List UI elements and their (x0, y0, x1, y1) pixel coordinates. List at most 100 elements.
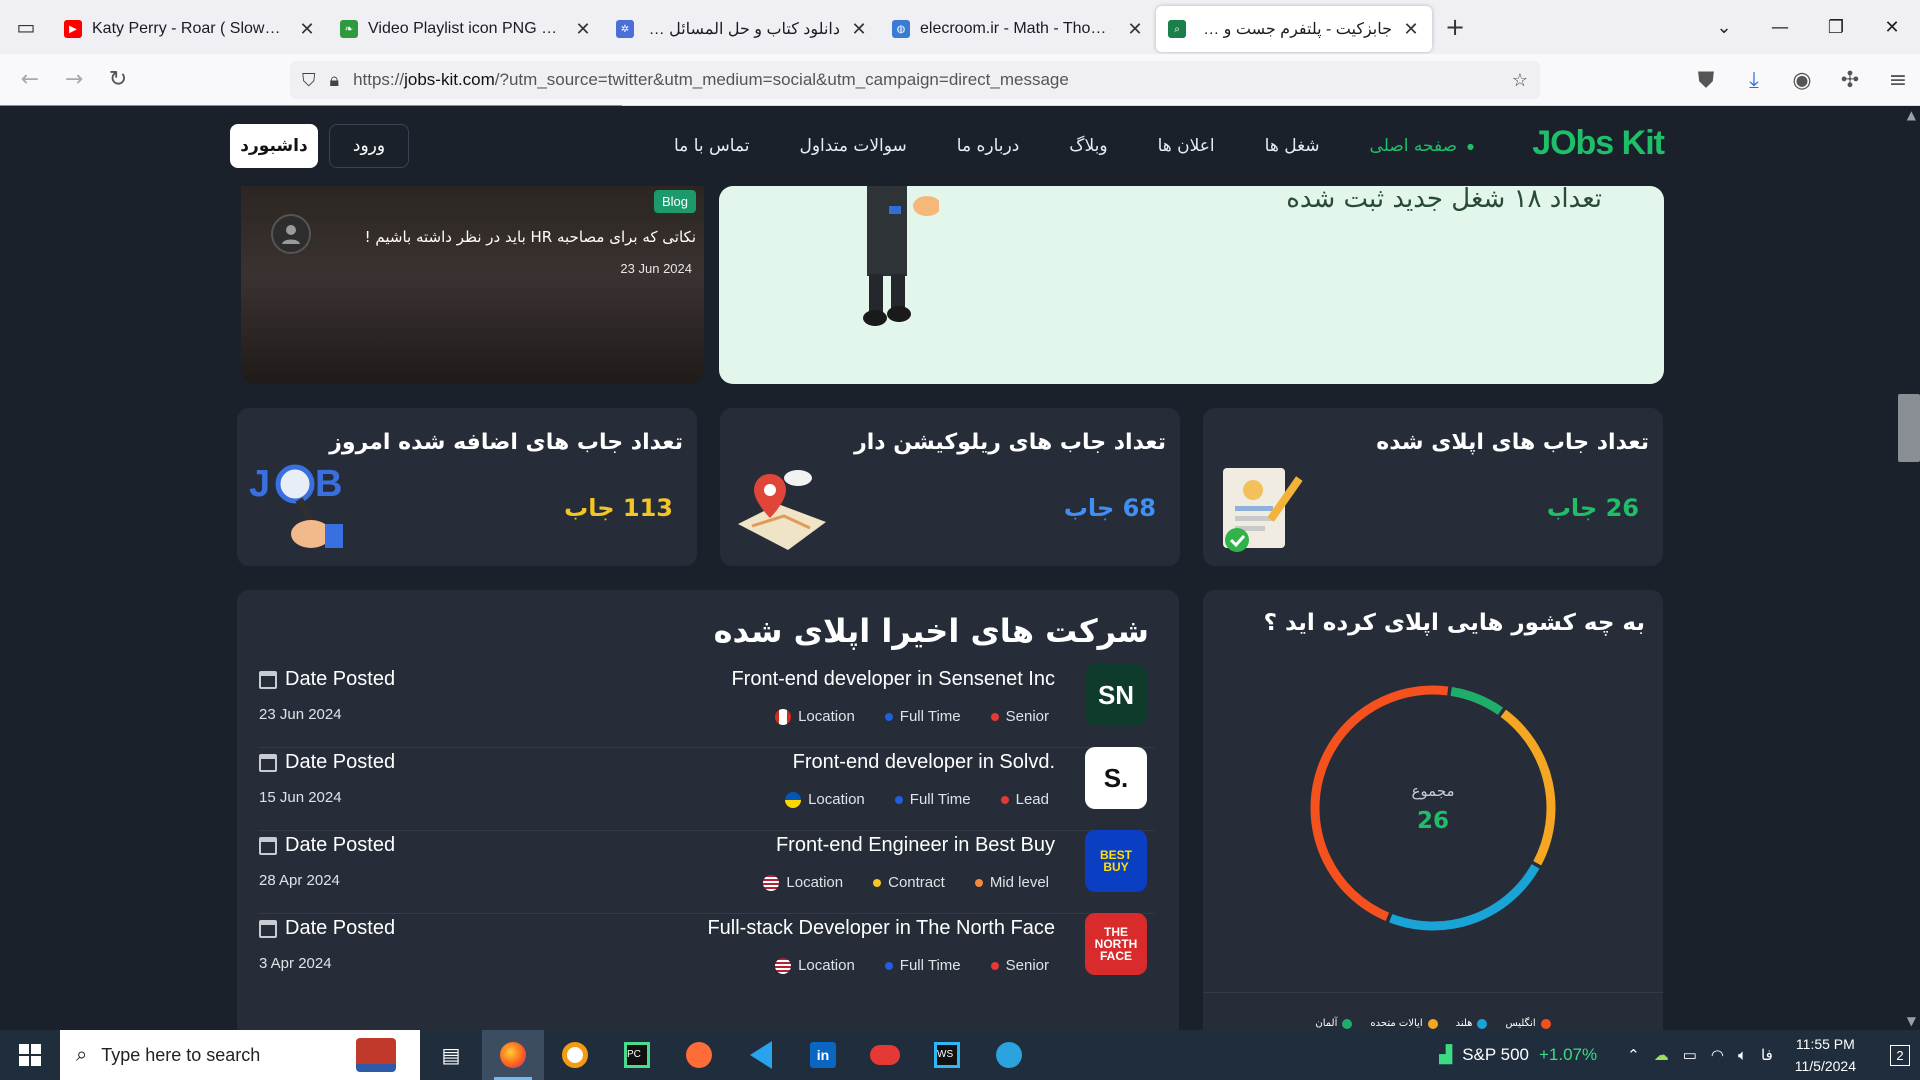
browser-tab[interactable]: ◍ elecroom.ir - Math - Thomas - I ✕ (880, 6, 1156, 52)
tab-overflow-icon[interactable]: ⌄ (1696, 0, 1752, 54)
close-tab-icon[interactable]: ✕ (850, 19, 868, 40)
calendar-icon (259, 753, 277, 772)
minimize-button[interactable]: — (1752, 0, 1808, 54)
tab-list-icon[interactable]: ▭ (0, 0, 52, 54)
back-button[interactable]: ← (8, 60, 52, 100)
job-row[interactable]: Date Posted 3 Apr 2024 Full-stack Develope… (259, 905, 1155, 997)
job-meta: Senior Full Time Location (775, 708, 1049, 725)
shield-icon[interactable]: ⛉ (302, 70, 316, 91)
webstorm-icon[interactable]: WS (916, 1030, 978, 1080)
forward-button[interactable]: → (52, 60, 96, 100)
stat-title: تعداد جاب های اضافه شده امروز (329, 430, 683, 455)
lock-icon[interactable]: 🔒︎ (330, 70, 340, 91)
level-dot (1000, 795, 1009, 804)
job-type: Full Time (894, 791, 971, 808)
site-logo[interactable]: JObs Kit (1532, 124, 1665, 163)
notification-center-icon[interactable]: 2 (1880, 1030, 1920, 1080)
scroll-up-icon[interactable]: ▲ (1907, 108, 1916, 122)
level-dot (990, 961, 999, 970)
linkedin-icon[interactable]: in (792, 1030, 854, 1080)
job-row[interactable]: Date Posted 28 Apr 2024 Front-end Engineer… (259, 822, 1155, 914)
resume-document-icon (1223, 468, 1303, 552)
downloads-icon[interactable]: ⤓ (1732, 60, 1776, 100)
onedrive-icon[interactable]: ☁ (1654, 1046, 1669, 1064)
browser-tab[interactable]: ❧ Video Playlist icon PNG and SV ✕ (328, 6, 604, 52)
stat-card-today: تعداد جاب های اضافه شده امروز 113 جاب J … (237, 408, 697, 566)
scroll-down-icon[interactable]: ▼ (1907, 1014, 1916, 1028)
battery-icon[interactable]: ▭ (1683, 1046, 1697, 1064)
stock-widget[interactable]: ▟ S&P 500 +1.07% (1439, 1045, 1597, 1065)
close-tab-icon[interactable]: ✕ (298, 19, 316, 40)
github-desktop-icon[interactable] (544, 1030, 606, 1080)
job-title[interactable]: Front-end Engineer in Best Buy (776, 834, 1055, 857)
job-title[interactable]: Front-end developer in Solvd. (793, 751, 1055, 774)
url-bar[interactable]: ⛉ 🔒︎ https://jobs-kit.com/?utm_source=tw… (290, 61, 1540, 99)
job-title[interactable]: Front-end developer in Sensenet Inc (731, 668, 1055, 691)
scrollbar-thumb[interactable] (1898, 394, 1920, 462)
volume-icon[interactable]: 🔈︎ (1738, 1047, 1747, 1064)
telegram-icon[interactable] (978, 1030, 1040, 1080)
page-scrollbar[interactable] (1898, 106, 1920, 1030)
company-logo[interactable]: THE NORTH FACE (1085, 913, 1147, 975)
vscode-icon[interactable] (730, 1030, 792, 1080)
company-logo[interactable]: SN (1085, 664, 1147, 726)
menu-item[interactable]: وبلاگ (1069, 136, 1107, 156)
job-row[interactable]: Date Posted 23 Jun 2024 Front-end develope… (259, 656, 1155, 748)
menu-item[interactable]: درباره ما (957, 136, 1020, 156)
menu-icon[interactable]: ≡ (1876, 60, 1920, 100)
menu-item[interactable]: صفحه اصلی (1370, 136, 1474, 156)
browser-tab[interactable]: ⌕ جابزکیت - پلتفرم جست و جوی فر ✕ (1156, 6, 1432, 52)
date-posted-label: Date Posted (259, 834, 395, 857)
menu-item[interactable]: شغل ها (1265, 136, 1320, 156)
firefox-icon[interactable] (482, 1030, 544, 1080)
extensions-icon[interactable]: ✣ (1828, 60, 1872, 100)
wifi-icon[interactable]: ◠ (1711, 1046, 1724, 1064)
browser-tab[interactable]: ▶ Katy Perry - Roar ( Slowed + Re ✕ (52, 6, 328, 52)
bookmark-star-icon[interactable]: ☆ (1512, 70, 1528, 91)
login-button[interactable]: ورود (329, 124, 409, 168)
level-dot (990, 712, 999, 721)
close-tab-icon[interactable]: ✕ (1126, 19, 1144, 40)
close-tab-icon[interactable]: ✕ (574, 19, 592, 40)
donut-total-value: 26 (1416, 808, 1449, 834)
close-window-button[interactable]: ✕ (1864, 0, 1920, 54)
legend-item[interactable]: آلمان (1315, 1018, 1353, 1029)
company-logo[interactable]: S. (1085, 747, 1147, 809)
menu-item[interactable]: اعلان ها (1158, 136, 1215, 156)
job-row[interactable]: Date Posted 15 Jun 2024 Front-end develope… (259, 739, 1155, 831)
new-tab-button[interactable]: + (1432, 0, 1478, 54)
restore-button[interactable]: ❐ (1808, 0, 1864, 54)
account-icon[interactable]: ◉ (1780, 60, 1824, 100)
main-menu: صفحه اصلی شغل ها اعلان ها وبلاگ درباره ما سوا… (674, 106, 1474, 186)
job-title[interactable]: Full-stack Developer in The North Face (707, 917, 1055, 940)
taskbar-search[interactable]: ⌕ Type here to search (60, 1030, 420, 1080)
task-view-icon[interactable]: ▤ (420, 1030, 482, 1080)
blog-card[interactable]: Blog نکاتی که برای مصاحبه HR باید در نظر… (241, 186, 704, 384)
web-page: تعداد ۱۸ شغل جدید ثبت شده Blog نکاتی که … (0, 106, 1920, 1030)
dashboard-button[interactable]: داشبورد (230, 124, 318, 168)
anydesk-icon[interactable] (854, 1030, 916, 1080)
browser-tab[interactable]: ✲ دانلود کتاب و حل المسائل ریاض ✕ (604, 6, 880, 52)
language-indicator[interactable]: فا (1761, 1046, 1773, 1064)
reload-button[interactable]: ↻ (96, 60, 140, 100)
menu-item[interactable]: تماس با ما (674, 136, 750, 156)
chevron-up-icon[interactable]: ⌃ (1627, 1046, 1640, 1064)
clock[interactable]: 11:55 PM 11/5/2024 (1795, 1033, 1856, 1077)
legend-item[interactable]: ایالات متحده (1370, 1018, 1438, 1029)
legend-item[interactable]: هلند (1456, 1018, 1488, 1029)
menu-item[interactable]: سوالات متداول (800, 136, 907, 156)
start-button[interactable] (0, 1030, 60, 1080)
blog-title[interactable]: نکاتی که برای مصاحبه HR باید در نظر داشت… (365, 228, 696, 246)
close-tab-icon[interactable]: ✕ (1402, 19, 1420, 40)
pycharm-icon[interactable]: PC (606, 1030, 668, 1080)
donut-segment[interactable] (1310, 685, 1449, 921)
legend-item[interactable]: انگلیس (1505, 1018, 1551, 1029)
postman-icon[interactable] (668, 1030, 730, 1080)
map-pin-icon (738, 470, 826, 550)
url-text[interactable]: https://jobs-kit.com/?utm_source=twitter… (353, 70, 1498, 90)
pocket-icon[interactable]: ⛊ (1684, 60, 1728, 100)
donut-segment[interactable] (1450, 686, 1504, 715)
job-level: Mid level (974, 874, 1049, 891)
company-logo[interactable]: BEST BUY (1085, 830, 1147, 892)
donut-segment[interactable] (1389, 864, 1540, 931)
